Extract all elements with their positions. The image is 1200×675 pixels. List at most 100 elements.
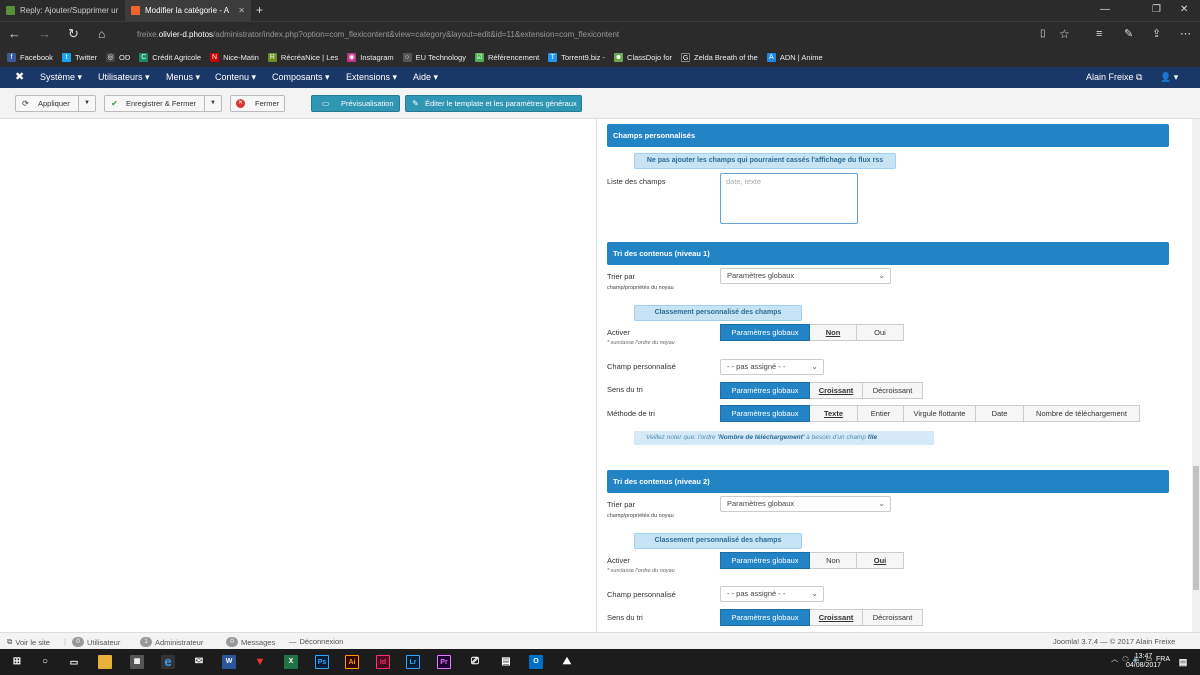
minimize-icon[interactable]: — — [1100, 4, 1110, 15]
restore-icon[interactable]: ❐ — [1152, 4, 1161, 15]
custom-field-select[interactable]: - - pas assigné - - ⌄ — [720, 359, 824, 375]
favorite-eu-technology[interactable]: ○ EU Technology — [402, 53, 466, 62]
web-note-icon[interactable]: ✎ — [1124, 27, 1133, 41]
browser-tab-active[interactable]: Modifier la catégorie - A ✕ — [125, 0, 251, 21]
task-view-icon[interactable]: ▭ — [67, 655, 81, 669]
back-icon[interactable]: ← — [8, 27, 21, 41]
menu-systeme[interactable]: Système ▾ — [40, 72, 82, 83]
favorite-star-icon[interactable]: ☆ — [1059, 27, 1070, 41]
action-center-icon[interactable]: ▤ — [1176, 655, 1190, 669]
direction-option-decroissant[interactable]: Décroissant — [863, 609, 923, 626]
mail-icon[interactable]: ✉ — [192, 655, 206, 669]
direction-option-global[interactable]: Paramètres globaux — [720, 609, 810, 626]
tab-favicon-icon — [6, 6, 15, 15]
store-icon[interactable]: ▦ — [130, 655, 144, 669]
activate-option-oui[interactable]: Oui — [857, 324, 904, 341]
favorite-referencement[interactable]: ☑ Référencement — [474, 53, 539, 62]
close-tab-icon[interactable]: ✕ — [238, 6, 245, 15]
sort-by-select-level2[interactable]: Paramètres globaux ⌄ — [720, 496, 891, 512]
url-field[interactable]: freixe.olivier-d.photos/administrator/in… — [137, 30, 619, 39]
app-window-icon[interactable]: ⎚ — [468, 655, 482, 669]
users-status[interactable]: 0 Utilisateur — [72, 637, 120, 647]
indesign-icon[interactable]: Id — [376, 655, 390, 669]
direction-option-croissant[interactable]: Croissant — [810, 609, 863, 626]
menu-aide[interactable]: Aide ▾ — [413, 72, 438, 83]
method-option-global[interactable]: Paramètres globaux — [720, 405, 810, 422]
favorite-twitter[interactable]: t Twitter — [61, 53, 97, 62]
close-button[interactable]: ✕ Fermer — [230, 95, 285, 112]
file-explorer-icon[interactable] — [98, 655, 112, 669]
calculator-icon[interactable]: ▤ — [499, 655, 513, 669]
user-menu-icon[interactable]: 👤 ▾ — [1160, 72, 1178, 83]
direction-option-decroissant[interactable]: Décroissant — [863, 382, 923, 399]
menu-menus[interactable]: Menus ▾ — [166, 72, 200, 83]
new-tab-button[interactable]: + — [256, 3, 263, 17]
method-option-date[interactable]: Date — [976, 405, 1024, 422]
preview-button[interactable]: ▭ Prévisualisation — [311, 95, 400, 112]
forward-icon[interactable]: → — [38, 27, 51, 41]
favorite-credit-agricole[interactable]: C Crédit Agricole — [139, 53, 201, 62]
excel-icon[interactable]: X — [284, 655, 298, 669]
joomla-logo-icon[interactable]: ✖ — [15, 70, 24, 83]
method-option-entier[interactable]: Entier — [858, 405, 904, 422]
apply-button[interactable]: ⟳ Appliquer ▼ — [15, 95, 96, 112]
illustrator-icon[interactable]: Ai — [345, 655, 359, 669]
method-option-virgule[interactable]: Virgule flottante — [904, 405, 976, 422]
refresh-icon[interactable]: ↻ — [68, 27, 79, 41]
favorite-zelda[interactable]: G Zelda Breath of the — [681, 53, 758, 62]
menu-utilisateurs[interactable]: Utilisateurs ▾ — [98, 72, 150, 83]
view-site-link[interactable]: ⧉ Voir le site — [7, 637, 50, 647]
method-option-telechargement[interactable]: Nombre de téléchargement — [1024, 405, 1140, 422]
scrollbar-thumb[interactable] — [1193, 466, 1199, 590]
hub-icon[interactable]: ≡ — [1096, 27, 1102, 41]
method-option-texte[interactable]: Texte — [810, 405, 858, 422]
activate-option-global[interactable]: Paramètres globaux — [720, 324, 810, 341]
favorite-classdojo[interactable]: ☻ ClassDojo for — [614, 53, 672, 62]
photoshop-icon[interactable]: Ps — [315, 655, 329, 669]
edit-template-button[interactable]: ✎ Éditer le template et les paramètres g… — [405, 95, 582, 112]
word-icon[interactable]: W — [222, 655, 236, 669]
direction-option-global[interactable]: Paramètres globaux — [720, 382, 810, 399]
field-list-textarea[interactable]: date, texte — [720, 173, 858, 224]
favorite-nice-matin[interactable]: N Nice-Matin — [210, 53, 259, 62]
edge-icon[interactable]: e — [161, 655, 175, 669]
favorite-adn-anime[interactable]: A ADN | Anime — [766, 53, 823, 62]
app-red-icon[interactable]: ▼ — [253, 655, 267, 669]
home-icon[interactable]: ⌂ — [98, 27, 105, 41]
direction-option-croissant[interactable]: Croissant — [810, 382, 863, 399]
apply-dropdown-caret[interactable]: ▼ — [78, 96, 95, 111]
menu-contenu[interactable]: Contenu ▾ — [215, 72, 256, 83]
cortana-icon[interactable]: ○ — [38, 655, 52, 669]
lightroom-icon[interactable]: Lr — [406, 655, 420, 669]
menu-extensions[interactable]: Extensions ▾ — [346, 72, 397, 83]
favorite-facebook[interactable]: f Facebook — [7, 53, 53, 62]
favorite-torrent9[interactable]: T Torrent9.biz - — [548, 53, 605, 62]
browser-tab[interactable]: Reply: Ajouter/Supprimer ur — [0, 0, 124, 21]
favorite-od[interactable]: ◎ OD — [106, 53, 130, 62]
more-icon[interactable]: ⋯ — [1180, 27, 1191, 41]
windows-start-icon[interactable]: ⊞ — [10, 655, 24, 669]
activate-option-global[interactable]: Paramètres globaux — [720, 552, 810, 569]
messages-status[interactable]: 0 Messages — [226, 637, 275, 647]
activate-option-oui[interactable]: Oui — [857, 552, 904, 569]
clock[interactable]: 13:47 04/08/2017 — [1126, 652, 1161, 670]
share-icon[interactable]: ⇪ — [1152, 27, 1161, 41]
outlook-icon[interactable]: O — [529, 655, 543, 669]
activate-option-non[interactable]: Non — [810, 552, 857, 569]
favorite-instagram[interactable]: ◉ Instagram — [347, 53, 394, 62]
reading-view-icon[interactable]: ▯ — [1040, 27, 1046, 41]
tray-up-icon[interactable]: ︿ — [1111, 656, 1118, 663]
site-user-link[interactable]: Alain Freixe ⧉ — [1086, 72, 1142, 83]
favorite-recreanice[interactable]: R RécréaNice | Les — [267, 53, 338, 62]
sort-by-select[interactable]: Paramètres globaux ⌄ — [720, 268, 891, 284]
close-window-icon[interactable]: ✕ — [1180, 4, 1188, 15]
menu-composants[interactable]: Composants ▾ — [272, 72, 330, 83]
save-dropdown-caret[interactable]: ▼ — [204, 96, 221, 111]
save-close-button[interactable]: ✔ Enregistrer & Fermer ▼ — [104, 95, 222, 112]
logout-link[interactable]: — Déconnexion — [289, 637, 343, 646]
premiere-icon[interactable]: Pr — [437, 655, 451, 669]
activate-option-non[interactable]: Non — [810, 324, 857, 341]
photos-icon[interactable]: ⛰ — [560, 655, 574, 669]
admins-status[interactable]: 1 Administrateur — [140, 637, 203, 647]
custom-field-select-level2[interactable]: - - pas assigné - - ⌄ — [720, 586, 824, 602]
